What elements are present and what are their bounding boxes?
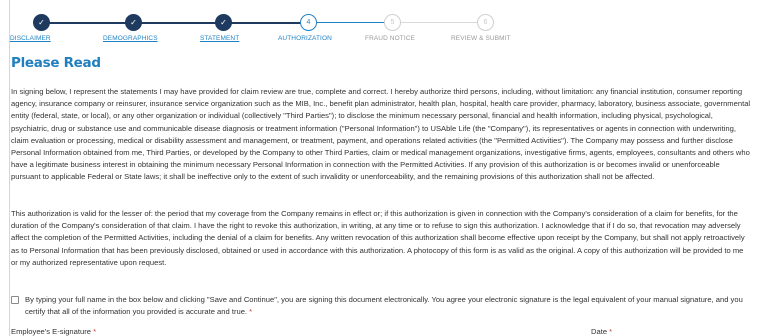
step-review-submit-label: REVIEW & SUBMIT	[451, 35, 511, 42]
authorization-paragraph-1: In signing below, I represent the statem…	[11, 87, 751, 182]
required-marker: *	[609, 327, 613, 336]
esignature-consent: By typing your full name in the box belo…	[11, 294, 751, 318]
step-fraud-notice-indicator: 5	[384, 14, 401, 31]
step-connector	[42, 22, 134, 24]
step-disclaimer-check-icon[interactable]: ✓	[33, 14, 50, 31]
step-demographics-check-icon[interactable]: ✓	[125, 14, 142, 31]
employee-esignature-label: Employee's E-signature *	[11, 327, 96, 336]
required-marker: *	[93, 327, 97, 336]
required-marker: *	[249, 307, 253, 317]
step-disclaimer-link[interactable]: DISCLAIMER	[10, 35, 51, 42]
step-review-submit-indicator: 6	[477, 14, 494, 31]
authorization-paragraph-2: This authorization is valid for the less…	[11, 209, 745, 267]
step-fraud-notice-label: FRAUD NOTICE	[365, 35, 415, 42]
step-connector	[134, 22, 224, 24]
date-label-text: Date	[591, 327, 608, 336]
step-statement-check-icon[interactable]: ✓	[215, 14, 232, 31]
consent-checkbox[interactable]	[11, 296, 19, 304]
progress-stepper: ✓ DISCLAIMER ✓ DEMOGRAPHICS ✓ STATEMENT …	[10, 8, 750, 48]
step-demographics-link[interactable]: DEMOGRAPHICS	[103, 35, 158, 42]
consent-text: By typing your full name in the box belo…	[25, 295, 743, 317]
step-connector	[224, 22, 309, 24]
employee-esignature-label-text: Employee's E-signature	[11, 327, 91, 336]
page-title: Please Read	[11, 55, 101, 71]
step-connector	[393, 22, 486, 23]
step-statement-link[interactable]: STATEMENT	[200, 35, 239, 42]
date-label: Date *	[591, 327, 612, 336]
step-connector	[309, 22, 393, 23]
step-authorization-label: AUTHORIZATION	[278, 35, 332, 42]
step-authorization-indicator: 4	[300, 14, 317, 31]
